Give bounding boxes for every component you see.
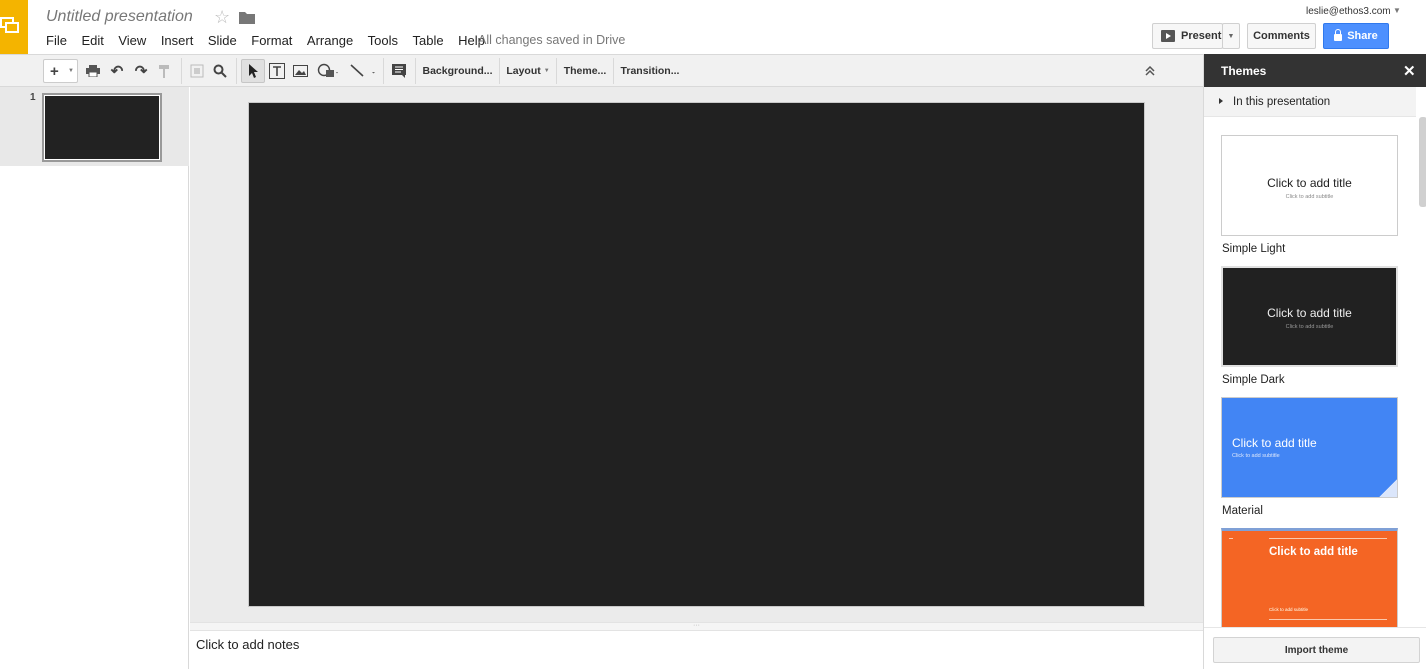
- present-options-button[interactable]: ▼: [1222, 23, 1240, 49]
- slide-thumbnail[interactable]: [42, 93, 162, 162]
- share-button[interactable]: Share: [1323, 23, 1389, 49]
- present-button[interactable]: Present: [1152, 23, 1223, 49]
- toolbar-divider: [181, 58, 182, 84]
- theme-preview-title: Click to add title: [1269, 546, 1358, 558]
- theme-preview-subtitle: Click to add subtitle: [1269, 607, 1309, 612]
- theme-decoration: [1269, 619, 1387, 620]
- save-status[interactable]: All changes saved in Drive: [478, 33, 625, 47]
- shape-icon[interactable]: [313, 59, 343, 83]
- line-icon[interactable]: [346, 59, 378, 83]
- menu-view[interactable]: View: [118, 33, 146, 48]
- fit-zoom-icon[interactable]: [187, 59, 207, 83]
- present-label: Present: [1181, 30, 1222, 42]
- transition-button[interactable]: Transition...: [617, 59, 683, 83]
- theme-decoration: [1269, 538, 1387, 539]
- theme-thumb-material[interactable]: Click to add title Click to add subtitle: [1221, 397, 1398, 498]
- theme-name[interactable]: Material: [1222, 505, 1263, 517]
- notes-resize-handle[interactable]: ···: [190, 622, 1203, 630]
- toolbar-divider: [415, 58, 416, 84]
- image-icon[interactable]: [290, 59, 310, 83]
- theme-thumb-simple-dark[interactable]: Click to add title Click to add subtitle: [1221, 266, 1398, 367]
- import-theme-bar: Import theme: [1204, 627, 1426, 669]
- slide-filmstrip: 1: [0, 87, 189, 669]
- redo-icon[interactable]: ↷: [131, 59, 151, 83]
- new-slide-dropdown-icon[interactable]: ▼: [68, 68, 74, 74]
- notes-placeholder[interactable]: Click to add notes: [196, 637, 299, 652]
- theme-preview-title: Click to add title: [1267, 306, 1352, 320]
- theme-thumb-simple-light[interactable]: Click to add title Click to add subtitle: [1221, 135, 1398, 236]
- slide-number: 1: [30, 92, 36, 103]
- toolbar-divider: [499, 58, 500, 84]
- background-button[interactable]: Background...: [420, 59, 495, 83]
- text-box-icon[interactable]: [267, 59, 287, 83]
- new-slide-label: +: [50, 62, 59, 80]
- filmstrip-slide[interactable]: 1: [0, 87, 189, 166]
- menu-arrange[interactable]: Arrange: [307, 33, 353, 48]
- import-theme-button[interactable]: Import theme: [1213, 637, 1420, 663]
- document-title[interactable]: Untitled presentation: [46, 8, 193, 26]
- menu-bar: File Edit View Insert Slide Format Arran…: [46, 33, 499, 48]
- account-email[interactable]: leslie@ethos3.com: [1306, 6, 1391, 17]
- present-icon: [1161, 30, 1175, 42]
- zoom-icon[interactable]: [210, 59, 230, 83]
- menu-table[interactable]: Table: [413, 33, 444, 48]
- undo-icon[interactable]: ↶: [107, 59, 127, 83]
- theme-list: Click to add title Click to add subtitle…: [1204, 117, 1416, 627]
- toolbar-divider: [236, 58, 237, 84]
- slide-canvas-area: [190, 87, 1203, 622]
- menu-file[interactable]: File: [46, 33, 67, 48]
- header: Untitled presentation ☆ File Edit View I…: [0, 0, 1426, 55]
- account-caret-icon[interactable]: ▼: [1393, 6, 1401, 15]
- comments-button[interactable]: Comments: [1247, 23, 1316, 49]
- in-presentation-label: In this presentation: [1233, 96, 1331, 108]
- menu-insert[interactable]: Insert: [161, 33, 194, 48]
- close-icon[interactable]: ✕: [1403, 62, 1416, 80]
- toolbar-divider: [556, 58, 557, 84]
- themes-scrollbar[interactable]: [1419, 117, 1426, 207]
- collapse-toolbar-icon[interactable]: [1141, 59, 1159, 83]
- slides-logo-icon[interactable]: [0, 0, 28, 54]
- select-tool-icon[interactable]: [241, 59, 265, 83]
- lock-icon: [1334, 28, 1343, 41]
- theme-name[interactable]: Simple Light: [1222, 243, 1285, 255]
- theme-preview-subtitle: Click to add subtitle: [1285, 324, 1334, 330]
- theme-preview-title: Click to add title: [1232, 436, 1317, 450]
- star-icon[interactable]: ☆: [214, 7, 230, 28]
- share-label: Share: [1347, 30, 1378, 42]
- theme-thumb-orange[interactable]: Click to add title Click to add subtitle: [1221, 528, 1398, 627]
- themes-panel: Themes ✕ In this presentation Click to a…: [1203, 54, 1426, 669]
- print-icon[interactable]: [83, 59, 103, 83]
- themes-header: Themes ✕: [1204, 54, 1426, 87]
- in-presentation-section[interactable]: In this presentation: [1204, 87, 1416, 117]
- folder-icon[interactable]: [239, 11, 255, 29]
- toolbar: + ▼ ↶ ↷ Background... Layout ▼ Theme... …: [0, 54, 1203, 87]
- menu-format[interactable]: Format: [251, 33, 292, 48]
- layout-button[interactable]: Layout ▼: [503, 59, 553, 83]
- layout-caret-icon: ▼: [543, 68, 550, 74]
- theme-preview-title: Click to add title: [1267, 176, 1352, 190]
- menu-slide[interactable]: Slide: [208, 33, 237, 48]
- new-slide-button[interactable]: + ▼: [43, 59, 78, 83]
- comment-icon[interactable]: [389, 59, 409, 83]
- layout-label: Layout: [506, 65, 541, 77]
- themes-title: Themes: [1221, 64, 1267, 78]
- menu-edit[interactable]: Edit: [81, 33, 103, 48]
- theme-button[interactable]: Theme...: [560, 59, 610, 83]
- theme-preview-subtitle: Click to add subtitle: [1285, 194, 1334, 200]
- toolbar-divider: [383, 58, 384, 84]
- toolbar-divider: [613, 58, 614, 84]
- theme-decoration: [1229, 538, 1233, 539]
- slides-app: Untitled presentation ☆ File Edit View I…: [0, 0, 1426, 669]
- menu-tools[interactable]: Tools: [368, 33, 398, 48]
- page-fold-decoration: [1379, 479, 1397, 497]
- theme-name[interactable]: Simple Dark: [1222, 374, 1285, 386]
- speaker-notes[interactable]: Click to add notes: [190, 630, 1203, 669]
- theme-preview-subtitle: Click to add subtitle: [1232, 453, 1280, 459]
- paint-format-icon[interactable]: [155, 59, 175, 83]
- caret-right-icon: [1219, 98, 1223, 104]
- slide-canvas[interactable]: [248, 102, 1145, 607]
